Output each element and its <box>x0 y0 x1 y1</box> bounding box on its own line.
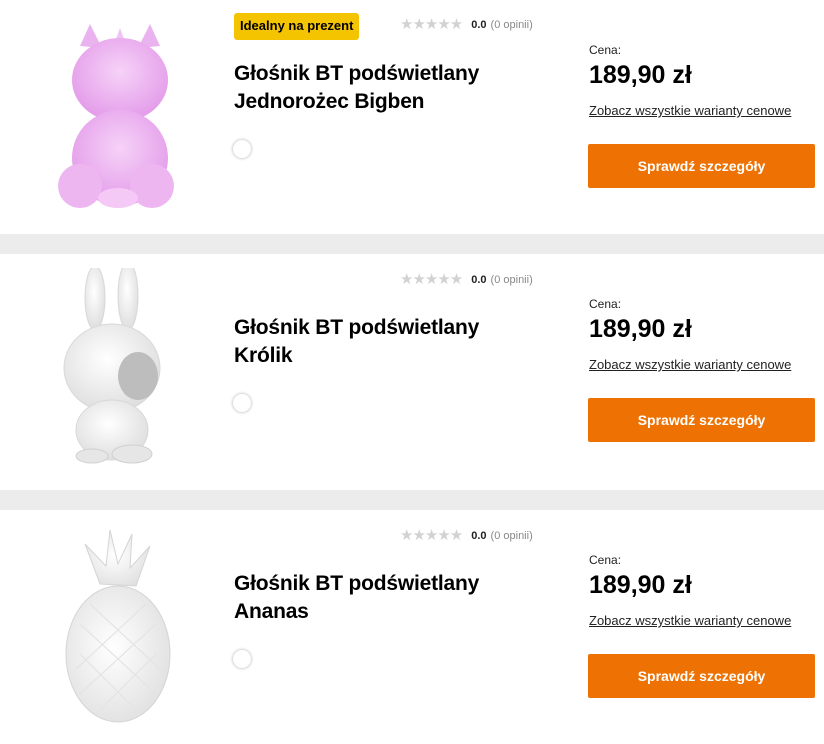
product-image-pineapple[interactable] <box>40 524 190 724</box>
check-details-button[interactable]: Sprawdź szczegóły <box>588 144 815 188</box>
rating[interactable]: ★★★★★ 0.0 (0 opinii) <box>400 17 533 32</box>
star-rating-icon: ★★★★★ <box>400 527 463 544</box>
price: 189,90 zł <box>589 315 692 343</box>
rating[interactable]: ★★★★★ 0.0 (0 opinii) <box>400 528 533 543</box>
star-rating-icon: ★★★★★ <box>400 16 463 33</box>
price: 189,90 zł <box>589 571 692 599</box>
product-title[interactable]: Głośnik BT podświetlany Królik <box>234 314 534 370</box>
rating-count: (0 opinii) <box>490 529 533 542</box>
gift-badge: Idealny na prezent <box>234 13 360 40</box>
color-swatch[interactable] <box>233 650 251 668</box>
rating-count: (0 opinii) <box>490 273 533 286</box>
rating-score: 0.0 <box>471 273 487 286</box>
product-title[interactable]: Głośnik BT podświetlany Jednorożec Bigbe… <box>234 60 534 116</box>
rating-count: (0 opinii) <box>490 18 533 31</box>
product-list: Idealny na prezent ★★★★★ 0.0 (0 opinii) … <box>0 0 824 744</box>
check-details-button[interactable]: Sprawdź szczegóły <box>588 654 815 698</box>
price-label: Cena: <box>589 297 622 311</box>
product-title[interactable]: Głośnik BT podświetlany Ananas <box>234 570 534 626</box>
price-label: Cena: <box>589 553 622 567</box>
color-swatch[interactable] <box>233 394 251 412</box>
price: 189,90 zł <box>589 61 692 89</box>
price-variants-link[interactable]: Zobacz wszystkie warianty cenowe <box>589 103 791 118</box>
price-variants-link[interactable]: Zobacz wszystkie warianty cenowe <box>589 357 791 372</box>
check-details-button[interactable]: Sprawdź szczegóły <box>588 398 815 442</box>
color-swatch[interactable] <box>233 140 251 158</box>
product-card: Idealny na prezent ★★★★★ 0.0 (0 opinii) … <box>0 0 824 234</box>
product-image-unicorn[interactable] <box>40 18 190 218</box>
product-image-rabbit[interactable] <box>40 268 190 468</box>
product-card: ★★★★★ 0.0 (0 opinii) Głośnik BT podświet… <box>0 254 824 490</box>
product-card: ★★★★★ 0.0 (0 opinii) Głośnik BT podświet… <box>0 510 824 744</box>
rating-score: 0.0 <box>471 529 487 542</box>
price-label: Cena: <box>589 43 622 57</box>
rating-score: 0.0 <box>471 18 487 31</box>
rating[interactable]: ★★★★★ 0.0 (0 opinii) <box>400 272 533 287</box>
price-variants-link[interactable]: Zobacz wszystkie warianty cenowe <box>589 613 791 628</box>
star-rating-icon: ★★★★★ <box>400 271 463 288</box>
